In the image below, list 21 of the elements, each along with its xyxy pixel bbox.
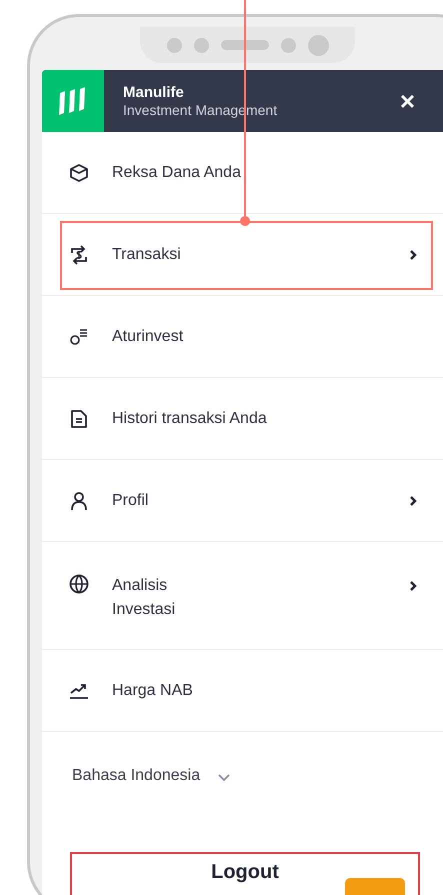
chevron-right-icon[interactable]: [409, 580, 417, 592]
brand-name: Manulife: [123, 84, 185, 102]
menu-item[interactable]: Histori transaksi Anda: [112, 406, 417, 430]
menu-item[interactable]: Analisis Investasi: [112, 574, 409, 622]
document-icon: [69, 408, 89, 428]
chevron-down-icon[interactable]: [218, 774, 230, 782]
logout-button[interactable]: Logout: [70, 852, 420, 895]
menu-item[interactable]: Reksa Dana Anda: [112, 160, 417, 184]
chevron-right-icon[interactable]: [409, 248, 417, 260]
menu-item[interactable]: Aturinvest: [112, 324, 417, 348]
exchange-dollar-icon: [69, 244, 89, 264]
menu-item[interactable]: Transaksi: [112, 242, 409, 266]
box-icon: [69, 162, 89, 182]
menu-item[interactable]: Harga NAB: [112, 678, 417, 702]
globe-icon: [69, 574, 89, 594]
chevron-right-icon[interactable]: [409, 494, 417, 506]
close-button[interactable]: ×: [363, 82, 415, 120]
menu-item[interactable]: Profil: [112, 488, 409, 512]
language-selector[interactable]: Bahasa Indonesia: [72, 764, 200, 788]
person-icon: [69, 490, 89, 510]
circle-lines-icon: [69, 326, 89, 346]
